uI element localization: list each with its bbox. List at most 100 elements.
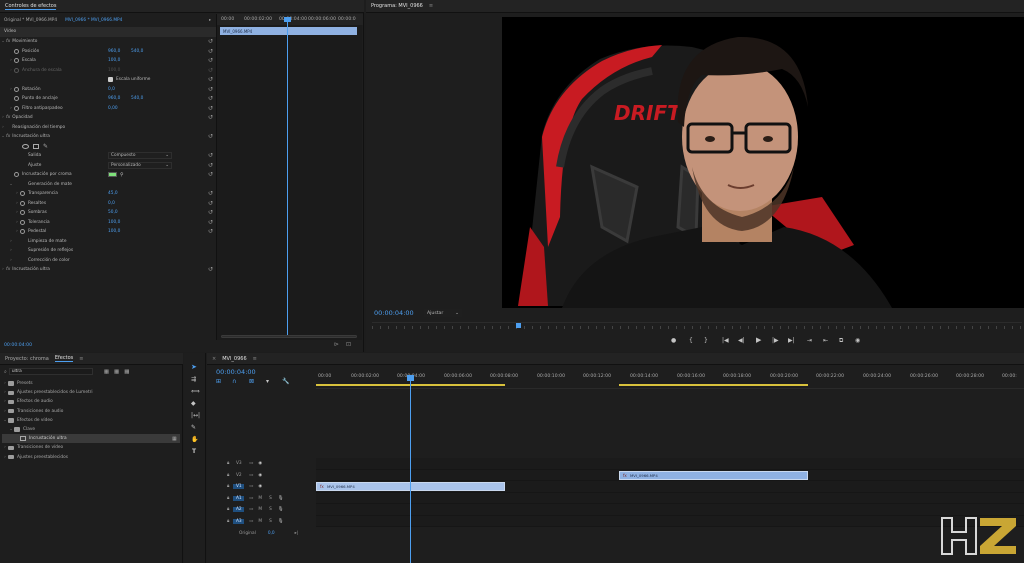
stopwatch-icon[interactable]	[20, 210, 25, 216]
output-dropdown[interactable]: Compuesto ⌄	[108, 152, 172, 160]
solo-button[interactable]: S	[269, 519, 272, 524]
program-timecode[interactable]: 00:00:04:00	[374, 309, 414, 317]
scrub-playhead[interactable]	[516, 323, 521, 328]
sync-lock-icon[interactable]: ▭	[249, 461, 253, 466]
eye-icon[interactable]: ◉	[258, 484, 262, 489]
menu-icon[interactable]: ≡	[79, 356, 83, 362]
reset-icon[interactable]: ↺	[208, 76, 213, 83]
extract-icon[interactable]: ⇤	[823, 337, 828, 344]
effect-row-opacidad[interactable]: › fx Opacidad ↺	[0, 113, 216, 123]
sync-lock-icon[interactable]: ▭	[249, 473, 253, 478]
reset-icon[interactable]: ↺	[208, 209, 213, 216]
lock-icon[interactable]: 🔒︎	[227, 473, 229, 478]
expand-arrow-icon[interactable]: ›	[8, 258, 14, 263]
reset-icon[interactable]: ↺	[208, 152, 213, 159]
expand-arrow-icon[interactable]: ▸	[209, 18, 211, 23]
nest-toggle-icon[interactable]: ⊞	[216, 378, 221, 385]
mute-button[interactable]: M	[258, 507, 262, 512]
track-row-v1[interactable]: fx MVI_0966.MP4	[316, 481, 1024, 493]
setting-dropdown[interactable]: Personalizado ⌄	[108, 161, 172, 169]
lock-icon[interactable]: 🔒︎	[227, 461, 229, 466]
play-icon[interactable]: ▶	[756, 336, 761, 344]
group-row-supresion[interactable]: › Supresión de reflejos	[0, 246, 216, 256]
track-name[interactable]: A1	[233, 495, 245, 501]
property-value[interactable]: 45,0	[108, 191, 118, 196]
property-value-y[interactable]: 540,0	[131, 49, 143, 54]
stopwatch-icon[interactable]	[20, 229, 25, 235]
sync-lock-icon[interactable]: ▭	[249, 496, 253, 501]
eye-icon[interactable]: ◉	[258, 461, 262, 466]
property-value-x[interactable]: 960,0	[108, 49, 120, 54]
stopwatch-icon[interactable]	[14, 105, 19, 111]
effect-row-reasignacion[interactable]: ›fx Reasignación del tiempo	[0, 123, 216, 133]
track-row-a2[interactable]	[316, 504, 1024, 516]
clip-label[interactable]: MVI_0966 * MVI_0966.MP4	[65, 18, 122, 23]
reset-icon[interactable]: ↺	[208, 266, 213, 273]
fit-dropdown[interactable]: Ajustar ⌄	[424, 309, 462, 317]
source-label[interactable]: Original * MVI_0966.MP4	[4, 18, 57, 23]
track-row-a1[interactable]	[316, 492, 1024, 504]
reset-icon[interactable]: ↺	[208, 228, 213, 235]
mini-playhead-handle[interactable]	[284, 17, 291, 22]
reset-icon[interactable]: ↺	[208, 95, 213, 102]
menu-icon[interactable]: ≡	[429, 3, 433, 9]
linked-selection-icon[interactable]: ⊠	[249, 378, 254, 385]
eye-icon[interactable]: ◉	[258, 473, 262, 478]
property-value[interactable]: 0,00	[108, 106, 118, 111]
tab-effects[interactable]: Efectos	[54, 355, 74, 362]
mini-scrollbar[interactable]	[221, 335, 357, 338]
reset-icon[interactable]: ↺	[208, 105, 213, 112]
property-value-y[interactable]: 540,0	[131, 96, 143, 101]
tree-item-incrustacion-ultra[interactable]: Incrustación ultra ▦	[2, 434, 180, 444]
property-value[interactable]: 50,0	[108, 210, 118, 215]
stopwatch-icon[interactable]	[14, 48, 19, 54]
tree-item-lumetri[interactable]: › Ajustes preestablecidos de Lumetri	[2, 388, 180, 397]
master-value[interactable]: 0,0	[268, 531, 275, 536]
stopwatch-icon[interactable]	[20, 191, 25, 197]
effect-row-incrustacion-ultra[interactable]: ⌄ fx Incrustación ultra ↺	[0, 132, 216, 142]
stopwatch-icon[interactable]	[20, 200, 25, 206]
go-to-out-icon[interactable]: ▶|	[788, 337, 795, 344]
accelerated-filter-icon[interactable]: ▦	[104, 369, 109, 375]
solo-button[interactable]: S	[269, 507, 272, 512]
eyedropper-icon[interactable]: ⚲	[120, 172, 124, 178]
export-frame-icon[interactable]: ⧉	[839, 337, 843, 345]
expand-arrow-icon[interactable]: ⌄	[8, 182, 14, 187]
stopwatch-icon[interactable]	[20, 219, 25, 225]
mute-button[interactable]: M	[258, 496, 262, 501]
reset-icon[interactable]: ↺	[208, 114, 213, 121]
group-row-limpieza[interactable]: › Limpieza de mate	[0, 237, 216, 247]
timeline-playhead[interactable]	[410, 375, 411, 563]
track-name[interactable]: V1	[233, 484, 245, 490]
reset-icon[interactable]: ↺	[208, 171, 213, 178]
track-name[interactable]: A2	[233, 507, 245, 513]
property-value[interactable]: 100,0	[108, 220, 120, 225]
tree-item-presets-2[interactable]: › Ajustes preestablecidos	[2, 453, 180, 462]
key-color-swatch[interactable]	[108, 172, 117, 178]
microphone-icon[interactable]: 🎙︎	[278, 519, 283, 524]
track-name[interactable]: A3	[233, 518, 245, 524]
property-value-x[interactable]: 960,0	[108, 96, 120, 101]
snap-icon[interactable]: ∩	[232, 378, 236, 385]
tree-item-clave[interactable]: ⌄ Clave	[2, 425, 180, 434]
sync-lock-icon[interactable]: ▭	[249, 519, 253, 524]
effect-row-movimiento[interactable]: ⌄ fx Movimiento ↺	[0, 37, 216, 47]
out-point-icon[interactable]: }	[704, 337, 708, 344]
step-forward-icon[interactable]: |▶	[772, 337, 779, 344]
track-name[interactable]: V3	[233, 461, 244, 466]
wrench-icon[interactable]: 🔧	[282, 378, 289, 385]
program-scrub-bar[interactable]	[372, 322, 1022, 331]
settings-icon[interactable]: ◉	[855, 337, 860, 344]
mini-playhead[interactable]	[287, 17, 288, 335]
ellipse-mask-icon[interactable]	[22, 143, 29, 149]
reset-icon[interactable]: ↺	[208, 190, 213, 197]
timeline-timecode[interactable]: 00:00:04:00	[216, 368, 256, 376]
type-tool-icon[interactable]: T	[192, 448, 196, 455]
group-row-correccion[interactable]: › Corrección de color	[0, 256, 216, 266]
effect-row-incrustacion-ultra-2[interactable]: › fx Incrustación ultra ↺	[0, 265, 216, 275]
track-row-v3[interactable]	[316, 458, 1024, 470]
marker-icon[interactable]: ●	[671, 337, 676, 344]
tab-program[interactable]: Programa: MVI_0966	[371, 3, 423, 9]
reset-icon[interactable]: ↺	[208, 57, 213, 64]
tab-effect-controls[interactable]: Controles de efectos	[5, 3, 57, 10]
